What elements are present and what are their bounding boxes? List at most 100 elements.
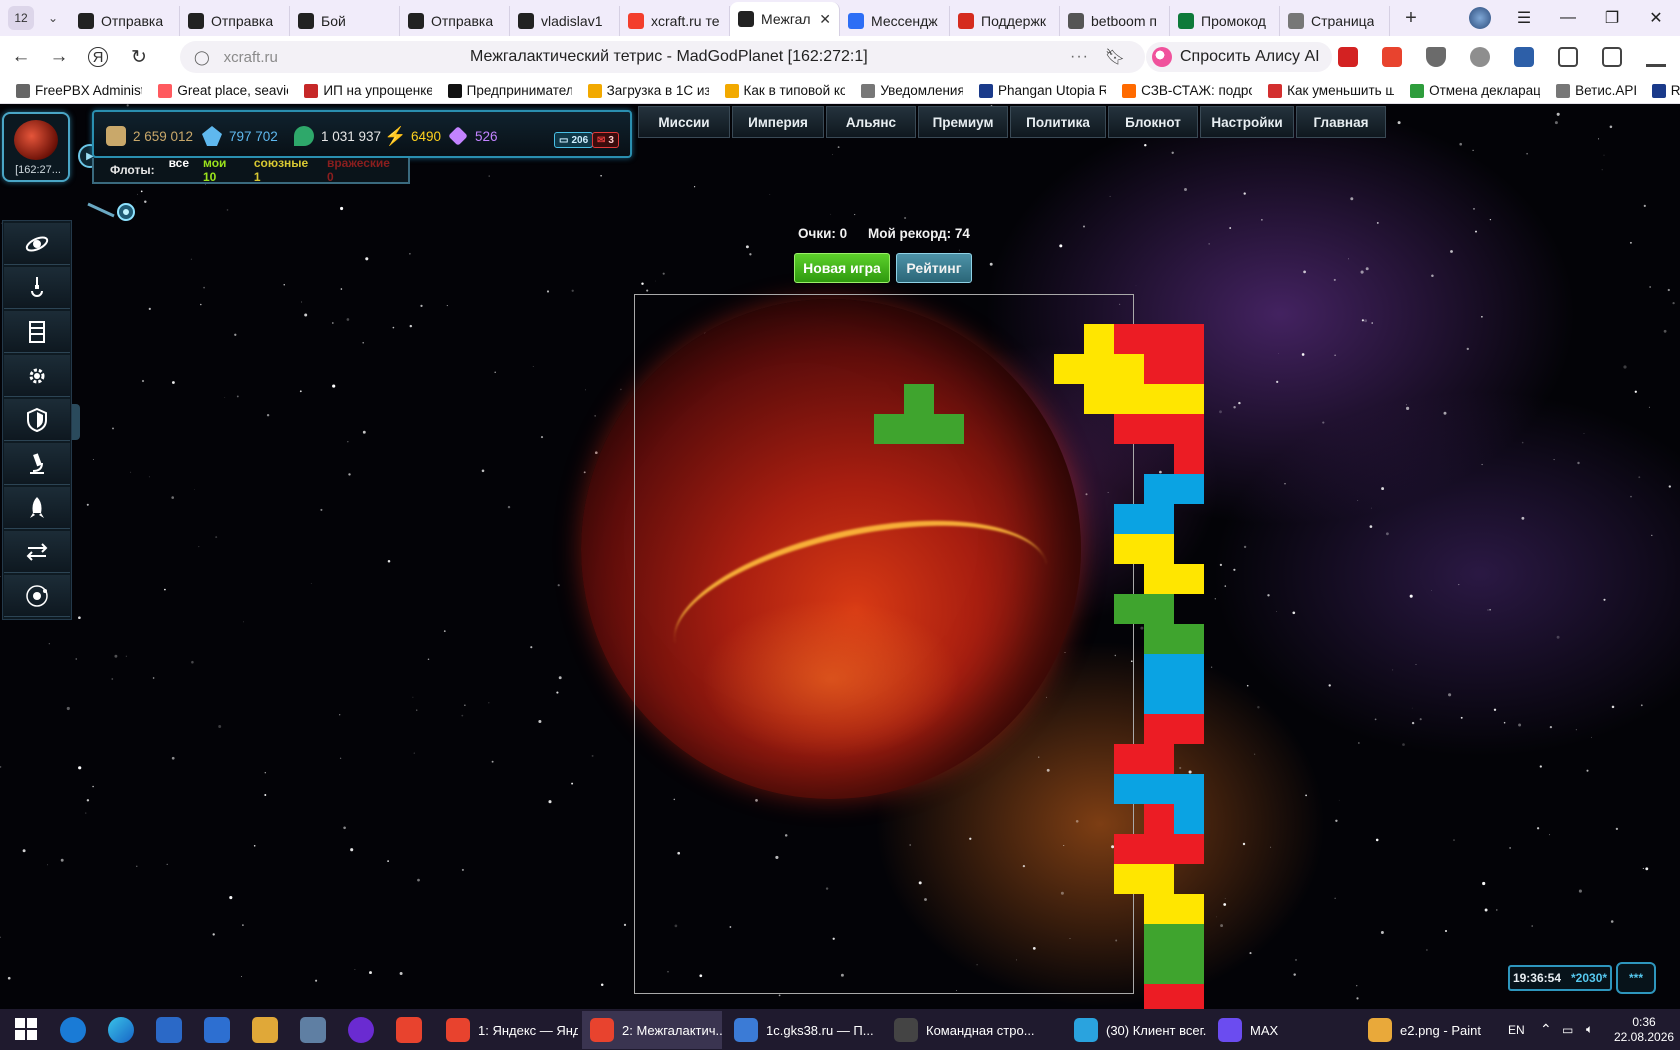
mail-app-icon[interactable]: [204, 1017, 230, 1043]
gear-button[interactable]: [4, 355, 70, 397]
tab-0[interactable]: Отправка: [70, 6, 180, 36]
bookmark-item[interactable]: Отмена деклараци: [1410, 83, 1540, 98]
bookmark-item[interactable]: Предпринимател: [447, 83, 572, 98]
bookmark-item[interactable]: Ветис.API: [1556, 83, 1636, 98]
tab-1[interactable]: Отправка: [180, 6, 290, 36]
ie-icon[interactable]: [60, 1017, 86, 1043]
bookmark-item[interactable]: Phangan Utopia R: [979, 83, 1106, 98]
windows-start-icon[interactable]: [14, 1017, 40, 1043]
more-icon[interactable]: ···: [1070, 48, 1089, 66]
battery-icon[interactable]: ▭: [1562, 1009, 1573, 1050]
exchange-button[interactable]: [4, 531, 70, 573]
planet-avatar[interactable]: [162:27...: [2, 112, 70, 182]
chat-badge[interactable]: ▭ 206: [554, 132, 594, 148]
bookmark-item[interactable]: СЗВ-СТАЖ: подро: [1122, 83, 1252, 98]
volume-icon[interactable]: 🔈︎: [1586, 1009, 1593, 1050]
resource-deuterium[interactable]: 1 031 937: [294, 126, 381, 146]
tab-8[interactable]: Поддержк: [950, 6, 1060, 36]
tray-clock[interactable]: 0:36 22.08.2026: [1614, 1009, 1674, 1050]
tab-6[interactable]: Межгал ✕: [730, 2, 840, 36]
mail-badge[interactable]: ✉ 3: [592, 132, 619, 148]
minimize-icon[interactable]: —: [1548, 0, 1588, 36]
music-icon[interactable]: [348, 1017, 374, 1043]
taskbar-app[interactable]: 2: Межгалактич...: [582, 1011, 722, 1049]
resource-crystal[interactable]: 797 702: [202, 126, 278, 146]
menu-icon[interactable]: ☰: [1504, 0, 1544, 36]
media-icon[interactable]: [252, 1017, 278, 1043]
bookmark-item[interactable]: Загрузка в 1С из: [587, 83, 709, 98]
menu-item[interactable]: Блокнот: [1108, 106, 1198, 138]
network-app-icon[interactable]: [300, 1017, 326, 1043]
bookmark-item[interactable]: R: [1651, 83, 1680, 98]
bookmark-item[interactable]: Как уменьшить ш: [1268, 83, 1394, 98]
buildings-button[interactable]: [4, 311, 70, 353]
menu-item[interactable]: Миссии: [638, 106, 730, 138]
rating-button[interactable]: Рейтинг: [896, 253, 972, 283]
fleet-filter[interactable]: враж­еские 0: [327, 156, 394, 184]
close-window-icon[interactable]: ✕: [1636, 0, 1676, 36]
orbit-button[interactable]: [4, 575, 70, 617]
tab-5[interactable]: xcraft.ru те: [620, 6, 730, 36]
tetris-field[interactable]: [634, 294, 1204, 1009]
bookmark-item[interactable]: ИП на упрощенке: [304, 83, 432, 98]
download-icon[interactable]: [1646, 47, 1666, 67]
tab-4[interactable]: vladislav1: [510, 6, 620, 36]
yandex-home-icon[interactable]: Я: [88, 47, 108, 67]
taskbar-app[interactable]: MAX: [1210, 1011, 1350, 1049]
restore-icon[interactable]: ❐: [1592, 0, 1632, 36]
crane-button[interactable]: [4, 267, 70, 309]
bookmark-icon[interactable]: 🔖︎: [1105, 47, 1125, 67]
taskbar-app[interactable]: Командная стро...: [886, 1011, 1062, 1049]
sidebar-toggle[interactable]: [72, 404, 80, 440]
new-game-button[interactable]: Новая игра: [794, 253, 890, 283]
chat-open-button[interactable]: ***: [1616, 962, 1656, 994]
rocket-button[interactable]: [4, 487, 70, 529]
taskbar-app[interactable]: 1c.gks38.ru — П...: [726, 1011, 884, 1049]
menu-item[interactable]: Империя: [732, 106, 824, 138]
tab-9[interactable]: betboom п: [1060, 6, 1170, 36]
taskbar-app[interactable]: 1: Яндекс — Янд...: [438, 1011, 578, 1049]
yandex-icon[interactable]: [396, 1017, 422, 1043]
taskbar-app[interactable]: e2.png - Paint: [1360, 1011, 1500, 1049]
close-tab-icon[interactable]: ✕: [815, 11, 831, 28]
back-icon[interactable]: ←: [4, 40, 38, 74]
menu-item[interactable]: Настройки: [1200, 106, 1294, 138]
tab-11[interactable]: Страница: [1280, 6, 1390, 36]
bookmark-item[interactable]: Уведомления: [861, 83, 963, 98]
menu-item[interactable]: Альянс: [826, 106, 916, 138]
reload-icon[interactable]: ↻: [122, 40, 156, 74]
galaxy-button[interactable]: [4, 223, 70, 265]
store-icon[interactable]: [156, 1017, 182, 1043]
new-tab-button[interactable]: +: [1398, 5, 1424, 31]
url-box[interactable]: ◯ xcraft.ru Межгалактический тетрис - Ma…: [180, 41, 1145, 73]
tab-count-button[interactable]: 12: [8, 6, 34, 30]
taskbar-app[interactable]: (30) Клиент всег...: [1066, 1011, 1206, 1049]
collections-icon[interactable]: [1602, 47, 1622, 67]
tab-3[interactable]: Отправка: [400, 6, 510, 36]
tab-10[interactable]: Промокод: [1170, 6, 1280, 36]
extension-stack-icon[interactable]: [1382, 47, 1402, 67]
bookmark-item[interactable]: Great place, seavie: [158, 83, 288, 98]
microscope-button[interactable]: [4, 443, 70, 485]
resource-premium[interactable]: 526: [448, 126, 498, 146]
menu-item[interactable]: Премиум: [918, 106, 1008, 138]
resource-energy[interactable]: ⚡ 6490: [384, 126, 441, 146]
fleet-filter[interactable]: союзные 1: [254, 156, 313, 184]
lang-indicator[interactable]: EN: [1508, 1009, 1525, 1050]
site-info-icon[interactable]: ◯: [194, 49, 210, 66]
chevron-down-icon[interactable]: ⌄: [40, 5, 66, 31]
url-text[interactable]: xcraft.ru: [224, 49, 278, 66]
tab-2[interactable]: Бой: [290, 6, 400, 36]
alice-button[interactable]: Спросить Алису AI: [1146, 42, 1332, 72]
extension-shield-icon[interactable]: [1470, 47, 1490, 67]
menu-item[interactable]: Политика: [1010, 106, 1106, 138]
edge-icon[interactable]: [108, 1017, 134, 1043]
extension-dots-icon[interactable]: [1338, 47, 1358, 67]
menu-item[interactable]: Главная: [1296, 106, 1386, 138]
profile-avatar[interactable]: [1460, 0, 1500, 36]
forward-icon[interactable]: →: [42, 40, 76, 74]
shield-button[interactable]: [4, 399, 70, 441]
bookmark-item[interactable]: FreePBX Administ: [16, 83, 142, 98]
tab-7[interactable]: Мессендж: [840, 6, 950, 36]
extension-cloud-icon[interactable]: [1426, 47, 1446, 67]
